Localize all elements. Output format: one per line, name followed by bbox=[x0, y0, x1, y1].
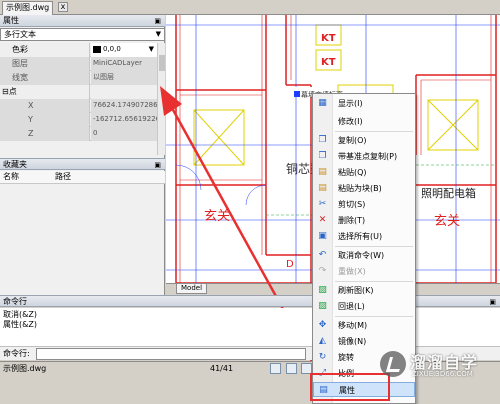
menu-item-copy-with-base[interactable]: ❐ 带基准点复制(P) bbox=[313, 149, 415, 164]
status-page-count: 41/41 bbox=[210, 364, 234, 373]
menu-item-cancel-command[interactable]: ↶ 取消命令(W) bbox=[313, 248, 415, 263]
menu-item-copy[interactable]: ❐ 复制(O) bbox=[313, 133, 415, 148]
command-title-label: 命令行 bbox=[3, 297, 27, 306]
menu-item-move[interactable]: ✥ 移动(M) bbox=[313, 318, 415, 333]
select-all-icon: ▣ bbox=[318, 231, 327, 241]
command-panel-title: 命令行 ▣ bbox=[0, 295, 500, 307]
menu-item-select-all[interactable]: ▣ 选择所有(U) bbox=[313, 229, 415, 244]
menu-item-delete[interactable]: ✕ 删除(T) bbox=[313, 213, 415, 228]
scissors-icon: ✂ bbox=[318, 199, 327, 209]
menu-item-modify[interactable]: 修改(I) bbox=[313, 114, 415, 129]
menu-item-cut[interactable]: ✂ 剪切(S) bbox=[313, 197, 415, 212]
menu-item-label: 修改(I) bbox=[338, 117, 363, 126]
command-history-line: 取消(&Z) bbox=[3, 310, 37, 319]
menu-item-display[interactable]: ▦ 显示(I) bbox=[313, 96, 415, 111]
menu-separator bbox=[335, 281, 413, 282]
menu-item-label: 移动(M) bbox=[338, 321, 368, 330]
menu-item-label: 刷新图(K) bbox=[338, 286, 374, 295]
back-icon: ▨ bbox=[318, 301, 327, 311]
menu-item-label: 选择所有(U) bbox=[338, 232, 383, 241]
menu-item-label: 剪切(S) bbox=[338, 200, 366, 209]
command-input[interactable] bbox=[36, 348, 306, 360]
undo-icon: ↶ bbox=[318, 250, 327, 260]
menu-item-label: 复制(O) bbox=[338, 136, 367, 145]
pin-icon[interactable]: ▣ bbox=[489, 297, 496, 308]
menu-item-label: 带基准点复制(P) bbox=[338, 152, 398, 161]
watermark-url: ZIXUE.3D66.COM bbox=[412, 370, 473, 378]
menu-separator bbox=[335, 316, 413, 317]
watermark-logo-icon bbox=[380, 351, 406, 377]
menu-item-label: 粘贴(Q) bbox=[338, 168, 367, 177]
rotate-icon: ↻ bbox=[318, 352, 327, 362]
command-history: 取消(&Z) 属性(&Z) bbox=[0, 308, 500, 346]
menu-item-label: 镜像(N) bbox=[338, 337, 367, 346]
snap-toggle-icon[interactable] bbox=[270, 363, 281, 374]
grid-toggle-icon[interactable] bbox=[285, 363, 297, 374]
menu-item-label: 重做(X) bbox=[338, 267, 366, 276]
display-icon: ▦ bbox=[318, 98, 327, 108]
delete-icon: ✕ bbox=[318, 215, 327, 225]
menu-item-label: 旋转 bbox=[338, 353, 354, 362]
menu-item-label: 删除(T) bbox=[338, 216, 366, 225]
status-file-name: 示例图.dwg bbox=[3, 364, 47, 373]
app-window: 示例图.dwg x 属性 ▣ 多行文本 ▼ 色彩 0,0,0 ▼ 图层 Mini… bbox=[0, 0, 500, 404]
menu-item-label: 显示(I) bbox=[338, 99, 363, 108]
copy-base-icon: ❐ bbox=[318, 151, 327, 161]
menu-item-label: 粘贴为块(B) bbox=[338, 184, 382, 193]
highlight-box bbox=[310, 373, 390, 401]
menu-item-mirror[interactable]: ◭ 镜像(N) bbox=[313, 334, 415, 349]
copy-icon: ❐ bbox=[318, 135, 327, 145]
paste-icon: ▤ bbox=[318, 167, 327, 177]
menu-separator bbox=[335, 246, 413, 247]
menu-item-back[interactable]: ▨ 回退(L) bbox=[313, 299, 415, 314]
menu-separator bbox=[335, 131, 413, 132]
refresh-icon: ▨ bbox=[318, 285, 327, 295]
menu-item-label: 回退(L) bbox=[338, 302, 365, 311]
watermark: 溜溜自学 ZIXUE.3D66.COM bbox=[380, 349, 498, 383]
paste-block-icon: ▤ bbox=[318, 183, 327, 193]
modify-icon bbox=[317, 116, 328, 127]
menu-item-redo[interactable]: ↷ 重做(X) bbox=[313, 264, 415, 279]
command-history-line: 属性(&Z) bbox=[3, 320, 37, 329]
mirror-icon: ◭ bbox=[319, 336, 326, 346]
command-input-label: 命令行: bbox=[3, 349, 30, 358]
menu-item-label: 取消命令(W) bbox=[338, 251, 385, 260]
menu-item-paste-as-block[interactable]: ▤ 粘贴为块(B) bbox=[313, 181, 415, 196]
menu-item-paste[interactable]: ▤ 粘贴(Q) bbox=[313, 165, 415, 180]
move-icon: ✥ bbox=[318, 320, 327, 330]
menu-item-refresh[interactable]: ▨ 刷新图(K) bbox=[313, 283, 415, 298]
redo-icon: ↷ bbox=[318, 266, 327, 276]
